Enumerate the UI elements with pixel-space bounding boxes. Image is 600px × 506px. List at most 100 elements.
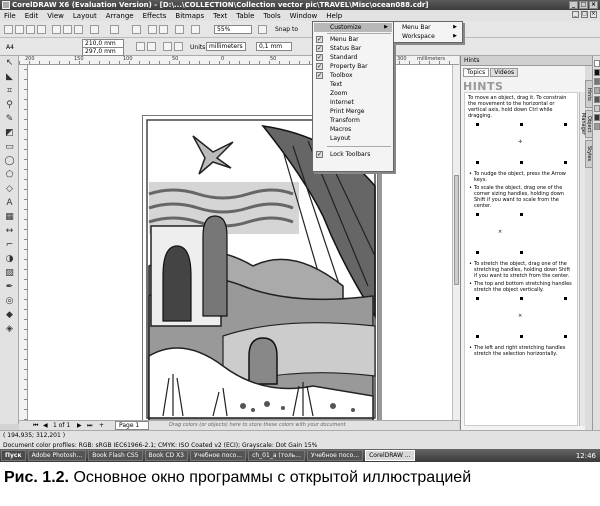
vertical-ruler[interactable]	[19, 65, 28, 420]
undo-icon[interactable]	[90, 25, 99, 34]
next-page-icon[interactable]: ▶	[77, 422, 82, 429]
close-button[interactable]: ×	[589, 1, 598, 9]
menu-file[interactable]: File	[4, 12, 16, 20]
drawing-canvas[interactable]	[28, 65, 460, 425]
export-icon[interactable]	[159, 25, 168, 34]
rectangle-tool-icon[interactable]: ▭	[4, 142, 15, 153]
menu-layout[interactable]: Layout	[73, 12, 97, 20]
menu-item-layout[interactable]: Layout	[314, 134, 392, 143]
menu-arrange[interactable]: Arrange	[106, 12, 134, 20]
menu-item-print-merge[interactable]: Print Merge	[314, 107, 392, 116]
page-height-field[interactable]: 297,0 mm	[82, 47, 124, 56]
tab-videos[interactable]: Videos	[490, 68, 519, 77]
menu-help[interactable]: Help	[326, 12, 342, 20]
menu-item-transform[interactable]: Transform	[314, 116, 392, 125]
blend-tool-icon[interactable]: ◑	[4, 254, 15, 265]
units-dropdown[interactable]: millimeters	[206, 42, 246, 51]
menu-text[interactable]: Text	[213, 12, 227, 20]
interactive-fill-icon[interactable]: ◈	[4, 324, 15, 335]
full-screen-icon[interactable]	[258, 25, 267, 34]
zoom-tool-icon[interactable]: ⚲	[4, 100, 15, 111]
palette-swatch[interactable]	[594, 69, 600, 76]
copy-icon[interactable]	[63, 25, 72, 34]
taskbar-item-coreldraw[interactable]: CorelDRAW ...	[365, 450, 415, 461]
taskbar-item[interactable]: ch_01_a (толь...	[248, 450, 305, 461]
open-icon[interactable]	[15, 25, 24, 34]
menu-item-customize[interactable]: Customize ▶	[314, 23, 392, 32]
paste-icon[interactable]	[74, 25, 83, 34]
hints-content[interactable]: To move an object, drag it. To constrain…	[464, 92, 578, 426]
taskbar-item[interactable]: Book CD X3	[144, 450, 188, 461]
palette-swatch[interactable]	[594, 105, 600, 112]
ellipse-tool-icon[interactable]: ◯	[4, 156, 15, 167]
welcome-screen-icon[interactable]	[191, 25, 200, 34]
polygon-tool-icon[interactable]: ⬠	[4, 170, 15, 181]
basic-shapes-icon[interactable]: ◇	[4, 184, 15, 195]
menu-item-zoom[interactable]: Zoom	[314, 89, 392, 98]
last-page-icon[interactable]: ⏭	[87, 422, 92, 430]
scrollbar-thumb[interactable]	[454, 175, 459, 285]
menu-edit[interactable]: Edit	[25, 12, 39, 20]
tab-topics[interactable]: Topics	[463, 68, 490, 77]
menu-effects[interactable]: Effects	[143, 12, 167, 20]
connector-tool-icon[interactable]: ⌐	[4, 240, 15, 251]
search-content-icon[interactable]	[132, 25, 141, 34]
taskbar-item[interactable]: Adobe Photosh...	[27, 450, 87, 461]
landscape-icon[interactable]	[147, 42, 156, 51]
taskbar-item[interactable]: Book Flash CS5	[88, 450, 143, 461]
menu-item-standard[interactable]: ✓ Standard	[314, 53, 392, 62]
add-page-icon[interactable]: +	[99, 422, 104, 429]
text-tool-icon[interactable]: A	[4, 198, 15, 209]
menu-table[interactable]: Table	[236, 12, 254, 20]
color-profiles-info[interactable]: Document color profiles: RGB: sRGB IEC61…	[3, 442, 317, 449]
menu-item-macros[interactable]: Macros	[314, 125, 392, 134]
menu-item-property-bar[interactable]: ✓ Property Bar	[314, 62, 392, 71]
snap-to-dropdown[interactable]: Snap to	[275, 26, 298, 33]
start-button[interactable]: Пуск	[1, 450, 26, 461]
all-pages-icon[interactable]	[163, 42, 172, 51]
pick-tool-icon[interactable]: ↖	[4, 58, 15, 69]
submenu-item-menu-bar[interactable]: Menu Bar ▶	[395, 23, 461, 32]
outline-tool-icon[interactable]: ◎	[4, 296, 15, 307]
menu-item-internet[interactable]: Internet	[314, 98, 392, 107]
fill-tool-icon[interactable]: ◆	[4, 310, 15, 321]
doc-restore-button[interactable]: □	[581, 11, 588, 18]
taskbar-item[interactable]: Учебное посо...	[190, 450, 247, 461]
new-doc-icon[interactable]	[4, 25, 13, 34]
app-icon[interactable]	[2, 1, 10, 9]
current-page-icon[interactable]	[174, 42, 183, 51]
save-icon[interactable]	[26, 25, 35, 34]
print-icon[interactable]	[37, 25, 46, 34]
prev-page-icon[interactable]: ◀	[43, 422, 48, 429]
palette-swatch[interactable]	[594, 60, 600, 67]
menu-bitmaps[interactable]: Bitmaps	[175, 12, 204, 20]
doc-close-button[interactable]: ×	[590, 11, 597, 18]
dimension-tool-icon[interactable]: ↔	[4, 226, 15, 237]
submenu-item-workspace[interactable]: Workspace ▶	[395, 32, 461, 41]
page-size-dropdown[interactable]: A4	[6, 44, 14, 51]
taskbar-item[interactable]: Учебное посо...	[307, 450, 364, 461]
nudge-distance-field[interactable]: 0,1 mm	[256, 42, 292, 51]
eyedropper-tool-icon[interactable]: ✒	[4, 282, 15, 293]
table-tool-icon[interactable]: ▦	[4, 212, 15, 223]
maximize-button[interactable]: □	[579, 1, 588, 9]
shape-tool-icon[interactable]: ◣	[4, 72, 15, 83]
menu-item-lock-toolbars[interactable]: ✓ Lock Toolbars	[314, 150, 392, 159]
palette-swatch[interactable]	[594, 87, 600, 94]
portrait-icon[interactable]	[136, 42, 145, 51]
menu-item-status-bar[interactable]: ✓ Status Bar	[314, 44, 392, 53]
menu-window[interactable]: Window	[290, 12, 318, 20]
smart-fill-icon[interactable]: ◩	[4, 128, 15, 139]
import-icon[interactable]	[148, 25, 157, 34]
freehand-tool-icon[interactable]: ✎	[4, 114, 15, 125]
minimize-button[interactable]: _	[569, 1, 578, 9]
menu-view[interactable]: View	[47, 12, 64, 20]
menu-item-menu-bar[interactable]: ✓ Menu Bar	[314, 35, 392, 44]
menu-item-toolbox[interactable]: ✓ Toolbox	[314, 71, 392, 80]
palette-swatch[interactable]	[594, 96, 600, 103]
canvas-vertical-scrollbar[interactable]	[452, 65, 460, 420]
menu-tools[interactable]: Tools	[263, 12, 280, 20]
palette-swatch[interactable]	[594, 123, 600, 130]
redo-icon[interactable]	[110, 25, 119, 34]
page-tab[interactable]: Page 1	[115, 421, 149, 430]
